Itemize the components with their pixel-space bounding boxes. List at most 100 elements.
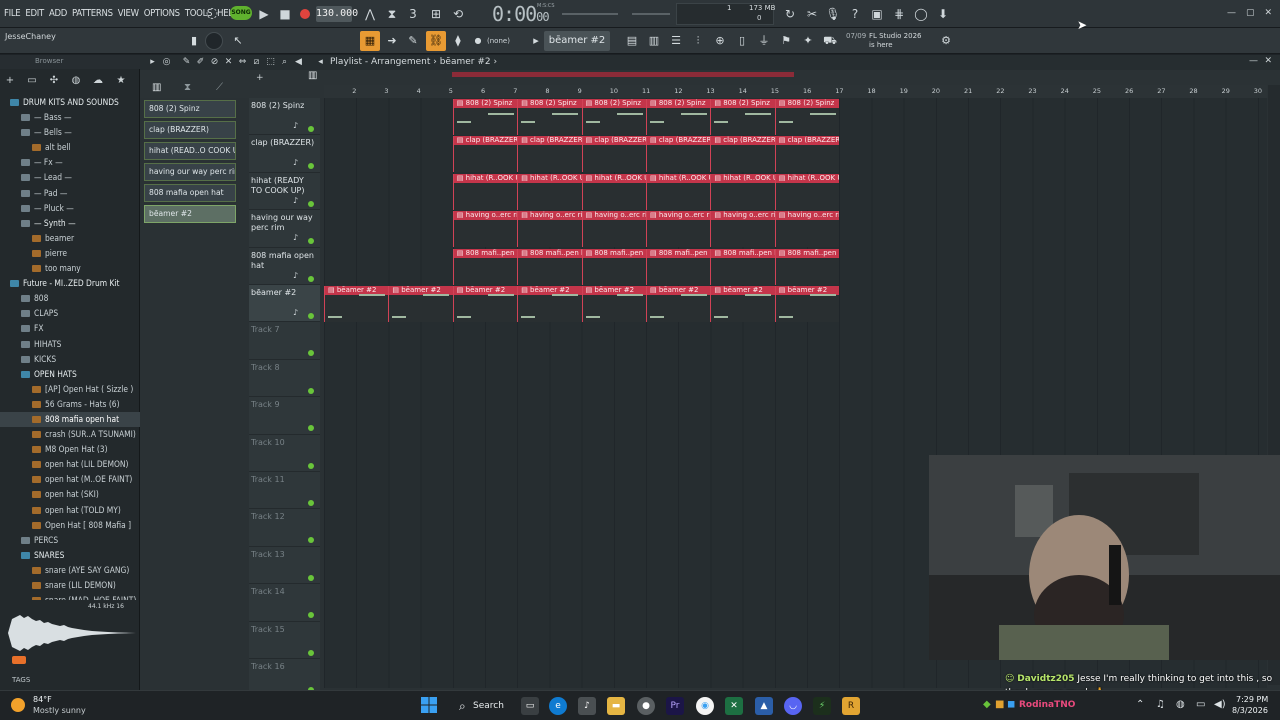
browser-item[interactable]: 56 Grams - Hats (6) <box>0 397 140 412</box>
picker-pattern-icon[interactable]: ▥ <box>152 82 161 93</box>
save-icon[interactable]: ▣ <box>869 6 885 22</box>
playlist-arrow-icon[interactable]: ▸ <box>146 56 159 69</box>
reaper-icon[interactable]: R <box>842 697 860 715</box>
tray-username[interactable]: RodinaTNO <box>1019 700 1075 710</box>
loop-region[interactable] <box>452 72 794 77</box>
track-header[interactable]: Track 14 <box>249 584 320 622</box>
browser-item[interactable]: FX <box>0 321 140 336</box>
pattern-clip[interactable]: ▤ bēamer #2 <box>646 286 711 322</box>
pattern-clip[interactable]: ▤ clap (BRAZZER) <box>646 136 711 173</box>
track-header[interactable]: Track 11 <box>249 472 320 510</box>
browser-item[interactable]: [AP] Open Hat ( Sizzle ) <box>0 382 140 397</box>
plugin-icon[interactable]: ⊕ <box>712 33 728 49</box>
pattern-clip[interactable]: ▤ hihat (R..OOK UP) <box>646 173 711 210</box>
preview-play-icon[interactable] <box>12 656 26 664</box>
browser-collapse-icon[interactable]: ✣ <box>46 73 62 89</box>
timeline-ruler[interactable]: 2 3 4 5 6 7 8 9 10 11 12 13 14 15 16 17 18 19 20 21 22 23 24 25… <box>324 85 1267 98</box>
browser-item[interactable]: too many <box>0 261 140 276</box>
browser-file-icon[interactable]: ▭ <box>24 73 40 89</box>
refresh-icon[interactable]: ↻ <box>782 6 798 22</box>
browser-item[interactable]: open hat (LIL DEMON) <box>0 457 140 472</box>
track-mute-led[interactable] <box>308 425 314 432</box>
pattern-clip[interactable]: ▤ hihat (R..OOK UP) <box>581 173 646 210</box>
browser-item[interactable]: Future - MI..ZED Drum Kit <box>0 276 140 291</box>
track-mute-led[interactable] <box>308 126 314 132</box>
browser-item[interactable]: KICKS <box>0 352 140 367</box>
pattern-clip[interactable]: ▤ 808 (2) Spinz <box>774 99 840 135</box>
browser-item[interactable]: 808 mafia open hat <box>0 411 140 428</box>
pattern-clip[interactable]: ▤ 808 mafi..pen hat <box>452 248 518 285</box>
edge-icon[interactable]: e <box>549 697 567 715</box>
pattern-clip[interactable]: ▤ bēamer #2 <box>388 286 453 322</box>
tray-app-icon-1[interactable]: ◆ <box>983 699 991 710</box>
playlist-menu-arrow-icon[interactable]: ◂ <box>314 56 327 69</box>
browser-item[interactable]: — Pad — <box>0 186 140 201</box>
playlist-minimize-icon[interactable]: — <box>1249 56 1258 66</box>
arrow-right-icon[interactable]: ➜ <box>384 33 400 49</box>
picker-pattern-item[interactable]: 808 mafia open hat <box>144 184 236 202</box>
play-button[interactable]: ▶ <box>256 6 272 22</box>
playlist-snap-icon[interactable]: ◎ <box>160 56 173 69</box>
browser-item[interactable]: CLAPS <box>0 306 140 321</box>
pattern-clip[interactable]: ▤ bēamer #2 <box>774 286 840 322</box>
pattern-clip[interactable]: ▤ bēamer #2 <box>452 286 518 322</box>
track-mute-led[interactable] <box>308 350 314 357</box>
snap-keyboard-button[interactable]: ▦ <box>360 31 380 51</box>
tempo-icon[interactable]: ⚑ <box>778 33 794 49</box>
task-view-icon[interactable]: ▭ <box>521 697 539 715</box>
track-header[interactable]: clap (BRAZZER) ♪ <box>249 135 320 173</box>
pattern-clip[interactable]: ▤ 808 (2) Spinz <box>646 99 711 135</box>
chat-icon[interactable]: ◯ <box>913 6 929 22</box>
cut-icon[interactable]: ✂ <box>804 6 820 22</box>
track-header[interactable]: Track 8 <box>249 359 320 398</box>
browser-star-icon[interactable]: ★ <box>113 73 129 89</box>
pattern-clip[interactable]: ▤ hihat (R..OOK UP) <box>517 173 582 210</box>
step-edit-icon[interactable]: ⊞ <box>428 6 444 22</box>
menu-patterns[interactable]: PATTERNS <box>72 8 113 19</box>
browser-item[interactable]: 808 <box>0 291 140 306</box>
track-mute-led[interactable] <box>308 238 314 245</box>
browser-item[interactable]: open hat (TOLD MY) <box>0 503 140 518</box>
tray-display-icon[interactable]: ▭ <box>1196 699 1205 710</box>
track-header[interactable]: hihat (READY TO COOK UP) ♪ <box>249 172 320 211</box>
picker-automation-icon[interactable]: ⟋ <box>216 82 223 93</box>
picker-pattern-item[interactable]: bēamer #2 <box>144 205 236 223</box>
track-mute-led[interactable] <box>308 163 314 170</box>
tray-app-icon-2[interactable]: ■ <box>995 699 1004 710</box>
browser-item[interactable]: OPEN HATS <box>0 367 140 382</box>
browser-item[interactable]: — Synth — <box>0 216 140 231</box>
track-header[interactable]: 808 (2) Spinz ♪ <box>249 98 320 136</box>
piano-roll-icon[interactable]: ▥ <box>646 33 662 49</box>
pattern-clip[interactable]: ▤ clap (BRAZZER) <box>581 136 646 173</box>
picker-audio-icon[interactable]: ⧗ <box>184 82 191 93</box>
browser-item[interactable]: Open Hat [ 808 Mafia ] <box>0 518 140 533</box>
pattern-clip[interactable]: ▤ 808 (2) Spinz <box>452 99 518 135</box>
pattern-clip[interactable]: ▤ having o..erc rim <box>710 211 775 248</box>
song-mode-toggle[interactable]: SONG <box>230 6 252 20</box>
pattern-selector[interactable]: bēamer #2 <box>544 31 610 51</box>
picker-pattern-item[interactable]: 808 (2) Spinz <box>144 100 236 118</box>
track-mute-led[interactable] <box>308 275 314 282</box>
premiere-icon[interactable]: Pr <box>666 697 684 715</box>
track-header[interactable]: Track 10 <box>249 434 320 472</box>
stop-button[interactable]: ■ <box>277 6 293 22</box>
track-header[interactable]: Track 7 <box>249 322 320 360</box>
track-mute-led[interactable] <box>308 200 314 207</box>
track-mute-led[interactable] <box>308 649 314 656</box>
browser-item[interactable]: — Lead — <box>0 170 140 185</box>
browser-item[interactable]: — Fx — <box>0 155 140 170</box>
hint-knob[interactable] <box>205 32 223 50</box>
pattern-clip[interactable]: ▤ 808 mafi..pen hat <box>774 248 840 285</box>
playlist-icon[interactable]: ▤ <box>624 33 640 49</box>
record-button[interactable] <box>300 9 310 19</box>
pattern-clip[interactable]: ▤ 808 (2) Spinz <box>581 99 646 135</box>
pattern-clip[interactable]: ▤ 808 mafi..pen hat <box>581 248 646 285</box>
browser-item[interactable]: SNARES <box>0 548 140 563</box>
stamp-icon[interactable]: ⧫ <box>450 33 466 49</box>
pattern-clip[interactable]: ▤ having o..erc rim <box>646 211 711 248</box>
browser-item[interactable]: snare (AYE SAY GANG) <box>0 563 140 578</box>
clock-time[interactable]: 7:29 PM <box>1236 695 1268 704</box>
browser-item[interactable]: — Pluck — <box>0 201 140 216</box>
mixer-view-icon[interactable]: ⫶ <box>690 33 706 49</box>
pattern-clip[interactable]: ▤ having o..erc rim <box>517 211 582 248</box>
